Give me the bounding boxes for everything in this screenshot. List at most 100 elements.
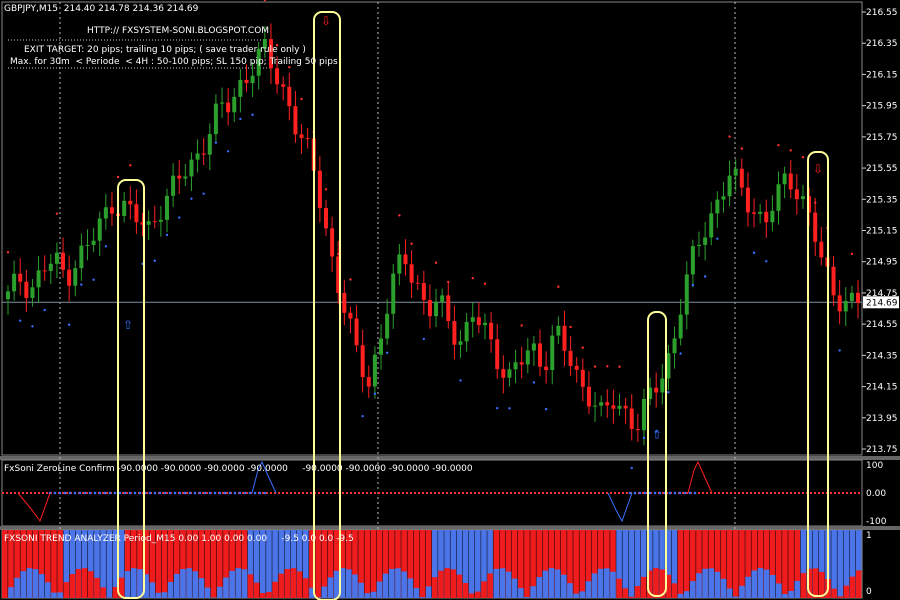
candle-body xyxy=(18,273,23,282)
candle-body xyxy=(415,282,420,284)
candle-body xyxy=(788,173,793,190)
trend-bar-fill xyxy=(51,592,57,598)
candle-body xyxy=(30,287,35,298)
zeroline-dot xyxy=(58,491,62,495)
trend-bar-fill xyxy=(591,573,598,598)
candle-body xyxy=(220,102,225,104)
zeroline-dot xyxy=(118,491,122,495)
candle-body xyxy=(97,218,102,241)
candle-body xyxy=(91,240,96,245)
candle-body xyxy=(519,362,524,365)
candle-body xyxy=(305,138,310,140)
trend-bar-fill xyxy=(573,593,579,598)
trend-bar xyxy=(475,530,481,598)
sar-dot xyxy=(434,261,438,264)
trend-bar-fill xyxy=(597,568,604,598)
sar-dot xyxy=(214,141,218,144)
sar-dot xyxy=(251,113,254,116)
sar-dot xyxy=(471,277,474,280)
zeroline-dot xyxy=(263,491,267,495)
candle-body xyxy=(458,341,463,345)
zeroline-dot xyxy=(668,491,672,495)
trend-bar-fill xyxy=(450,569,457,598)
zeroline-dot xyxy=(648,491,652,495)
trend-bar-fill xyxy=(505,571,512,598)
candle-body xyxy=(464,321,469,342)
candle-body xyxy=(776,184,781,211)
trend-bar-fill xyxy=(303,578,309,598)
candle-body xyxy=(752,212,757,214)
trend-bar-fill xyxy=(499,568,506,598)
candle-body xyxy=(354,318,359,346)
sar-dot xyxy=(813,201,817,204)
trend-bar-fill xyxy=(622,588,629,598)
periode-note: Max. for 30m < Periode < 4H : 50-100 pip… xyxy=(10,57,338,67)
zeroline-spike xyxy=(17,492,51,523)
exit-target-note: EXIT TARGET: 20 pips; trailing 10 pips; … xyxy=(24,45,306,55)
trend-bar-fill xyxy=(585,581,592,598)
zeroline-dot xyxy=(93,491,97,495)
candle-body xyxy=(574,365,579,370)
trend-bar-fill xyxy=(131,568,137,598)
candle-body xyxy=(531,343,536,351)
trend-bar-fill xyxy=(714,571,721,598)
zeroline-header: FxSoni ZeroLine Confirm -90.0000 -90.000… xyxy=(4,464,473,474)
candle-body xyxy=(849,292,854,301)
sar-dot xyxy=(691,283,695,287)
sar-dot xyxy=(789,149,792,152)
candle-body xyxy=(250,75,255,84)
candle-body xyxy=(489,322,494,340)
candle-body xyxy=(152,221,157,223)
sar-dot xyxy=(422,337,426,341)
candle-body xyxy=(641,398,646,431)
candle-body xyxy=(122,200,127,216)
candle-body xyxy=(36,270,41,288)
candle-body xyxy=(452,321,457,345)
trend-bar-fill xyxy=(444,568,450,598)
candle-body xyxy=(287,86,292,107)
trend-bar xyxy=(370,530,377,598)
trend-bar-fill xyxy=(407,578,414,598)
trend-bar-fill xyxy=(358,582,364,598)
candle-body xyxy=(831,266,836,296)
zeroline-tick-label: -100 xyxy=(866,517,887,527)
sar-dot xyxy=(349,278,352,281)
candle-body xyxy=(770,210,775,223)
candle-body xyxy=(213,103,218,135)
trend-bar-fill xyxy=(198,578,205,598)
candle-body xyxy=(666,353,671,379)
sar-dot xyxy=(765,260,768,263)
candle-body xyxy=(482,322,487,326)
trend-bar-fill xyxy=(739,585,745,598)
trend-bar-fill xyxy=(321,586,328,598)
candle-body xyxy=(73,268,78,286)
candle-body xyxy=(690,246,695,275)
zeroline-dot xyxy=(223,491,227,495)
zeroline-dot xyxy=(193,491,197,495)
sar-dot xyxy=(300,97,303,101)
trend-bar-fill xyxy=(38,574,45,598)
trend-bar-fill xyxy=(401,571,407,598)
sar-dot xyxy=(496,406,499,410)
chart-canvas[interactable]: 216.55 216.35 216.15 215.95 215.75 215.55 215.… xyxy=(0,0,900,600)
trend-bar-fill xyxy=(524,596,530,598)
trend-bar-fill xyxy=(333,570,340,598)
trend-bar-fill xyxy=(235,568,242,598)
zeroline-dot xyxy=(108,491,112,495)
price-tick-label: 213.75 xyxy=(866,445,898,455)
candle-body xyxy=(501,369,506,378)
candle-body xyxy=(586,386,591,407)
candle-body xyxy=(856,292,860,303)
candle-body xyxy=(379,338,384,355)
candle-body xyxy=(580,369,585,387)
zeroline-dot xyxy=(158,491,162,495)
candle-body xyxy=(385,313,390,339)
trend-bar-fill xyxy=(272,581,278,598)
sar-dot xyxy=(642,436,646,440)
trend-bar-fill xyxy=(376,581,383,598)
buy-signal-arrow: ⇧ xyxy=(123,318,133,332)
trend-bar xyxy=(518,530,524,598)
trend-bar-fill xyxy=(88,571,94,598)
zeroline-dot xyxy=(178,491,182,495)
trend-bar xyxy=(683,530,690,598)
